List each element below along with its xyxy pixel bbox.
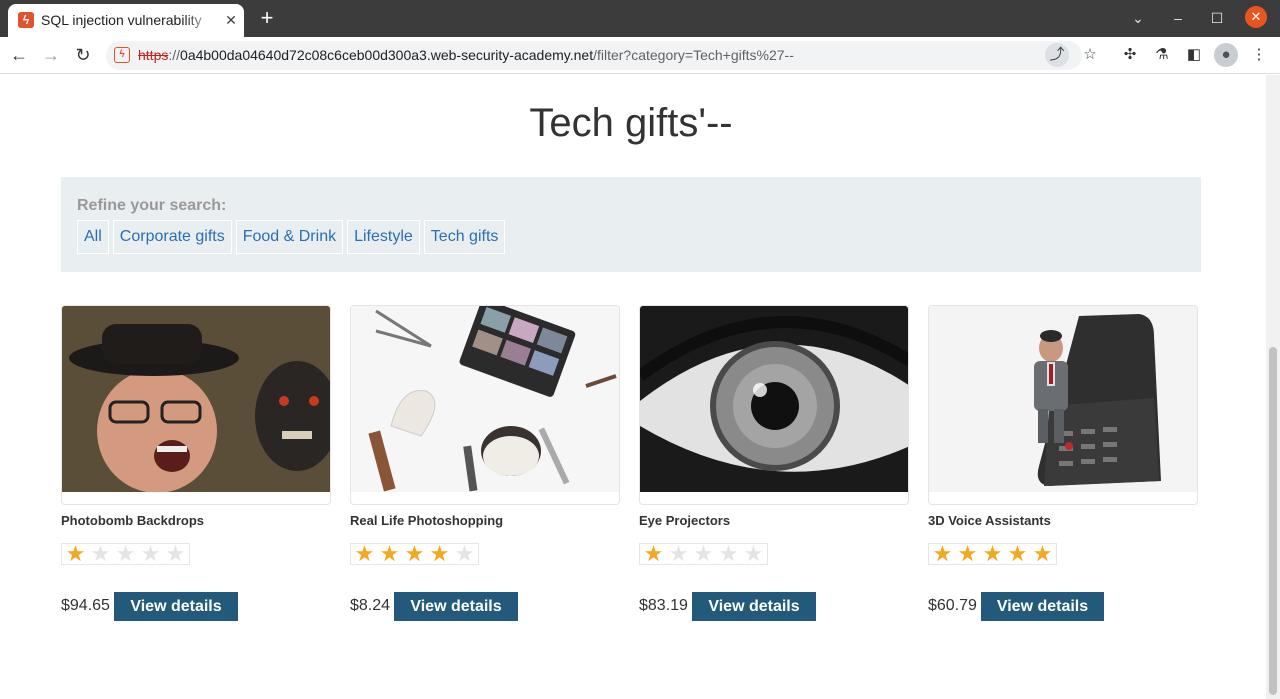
product-image-makeup	[350, 305, 620, 505]
product-price: $94.65	[61, 597, 110, 614]
labs-flask-icon[interactable]: ⚗	[1150, 43, 1174, 67]
star-icon: ★	[1032, 541, 1053, 566]
star-icon: ★	[65, 541, 86, 566]
product-image-voice-assistant	[928, 305, 1198, 505]
view-details-button[interactable]: View details	[114, 592, 238, 621]
product-rating: ★ ★ ★ ★ ★	[350, 543, 479, 565]
reload-icon[interactable]: ↻	[71, 43, 95, 67]
product-price: $83.19	[639, 597, 688, 614]
product-price: $8.24	[350, 597, 391, 614]
address-bar[interactable]: ϟ https://0a4b00da04640d72c08c6ceb00d300…	[106, 41, 1097, 70]
product-price: $60.79	[928, 597, 977, 614]
site-favicon-icon: ϟ	[18, 12, 34, 28]
star-icon: ★	[454, 541, 475, 566]
filter-panel: Refine your search: All Corporate gifts …	[61, 177, 1201, 272]
browser-tab-bar: ϟ SQL injection vulnerability ✕ + ⌄ – ☐ …	[0, 0, 1280, 37]
star-icon: ★	[140, 541, 161, 566]
star-icon: ★	[165, 541, 186, 566]
product-name: Eye Projectors	[639, 513, 731, 528]
not-secure-icon[interactable]: ϟ	[114, 47, 130, 63]
bookmark-star-icon[interactable]: ☆	[1078, 43, 1102, 67]
url-text[interactable]: https://0a4b00da04640d72c08c6ceb00d300a3…	[138, 47, 794, 64]
page-title: Tech gifts'--	[529, 101, 733, 145]
browser-toolbar: ← → ↻ ϟ https://0a4b00da04640d72c08c6ceb…	[0, 37, 1280, 74]
page-scrollbar[interactable]	[1266, 75, 1280, 699]
forward-icon[interactable]: →	[39, 43, 63, 67]
product-rating: ★ ★ ★ ★ ★	[639, 543, 768, 565]
category-filters: All Corporate gifts Food & Drink Lifesty…	[77, 220, 506, 254]
side-panel-icon[interactable]: ◧	[1182, 43, 1206, 67]
product-name: Photobomb Backdrops	[61, 513, 205, 528]
filter-label: Refine your search:	[77, 197, 227, 214]
star-icon: ★	[668, 541, 689, 566]
category-link-corporate-gifts[interactable]: Corporate gifts	[112, 220, 232, 254]
scrollbar-thumb[interactable]	[1269, 347, 1277, 695]
url-path: /filter?category=Tech+gifts%27--	[593, 47, 794, 63]
star-icon: ★	[1007, 541, 1028, 566]
minimize-icon[interactable]: –	[1168, 8, 1188, 28]
close-tab-icon[interactable]: ✕	[222, 11, 240, 29]
star-icon: ★	[90, 541, 111, 566]
view-details-button[interactable]: View details	[692, 592, 816, 621]
window-close-icon[interactable]: ✕	[1245, 6, 1267, 28]
url-scheme: https	[138, 47, 169, 63]
star-icon: ★	[379, 541, 400, 566]
star-icon: ★	[932, 541, 953, 566]
category-link-food-drink[interactable]: Food & Drink	[235, 220, 344, 254]
star-icon: ★	[429, 541, 450, 566]
tab-search-icon[interactable]: ⌄	[1128, 8, 1148, 28]
product-image-photobomb	[61, 305, 331, 505]
menu-kebab-icon[interactable]: ⋮	[1247, 43, 1271, 67]
star-icon: ★	[982, 541, 1003, 566]
star-icon: ★	[115, 541, 136, 566]
category-link-all[interactable]: All	[77, 220, 109, 254]
product-rating: ★ ★ ★ ★ ★	[928, 543, 1057, 565]
star-icon: ★	[404, 541, 425, 566]
extensions-icon[interactable]: ✣	[1118, 43, 1142, 67]
maximize-icon[interactable]: ☐	[1207, 8, 1227, 28]
profile-avatar-icon[interactable]: ●	[1214, 43, 1238, 67]
category-link-tech-gifts[interactable]: Tech gifts	[423, 220, 506, 254]
tab-title: SQL injection vulnerability	[41, 12, 202, 28]
star-icon: ★	[957, 541, 978, 566]
share-icon[interactable]: ⤴	[1045, 43, 1069, 67]
url-host: 0a4b00da04640d72c08c6ceb00d300a3.web-sec…	[180, 47, 594, 63]
back-icon[interactable]: ←	[7, 43, 31, 67]
page-content: Tech gifts'-- Refine your search: All Co…	[0, 75, 1266, 699]
product-rating: ★ ★ ★ ★ ★	[61, 543, 190, 565]
product-name: Real Life Photoshopping	[350, 513, 504, 528]
view-details-button[interactable]: View details	[394, 592, 518, 621]
star-icon: ★	[743, 541, 764, 566]
star-icon: ★	[718, 541, 739, 566]
view-details-button[interactable]: View details	[981, 592, 1104, 621]
star-icon: ★	[354, 541, 375, 566]
url-separator: ://	[168, 47, 181, 63]
star-icon: ★	[643, 541, 664, 566]
product-image-eye	[639, 305, 909, 505]
category-link-lifestyle[interactable]: Lifestyle	[347, 220, 420, 254]
new-tab-icon[interactable]: +	[256, 7, 278, 29]
star-icon: ★	[693, 541, 714, 566]
browser-tab[interactable]: ϟ SQL injection vulnerability ✕	[8, 4, 244, 37]
product-name: 3D Voice Assistants	[928, 513, 1051, 528]
